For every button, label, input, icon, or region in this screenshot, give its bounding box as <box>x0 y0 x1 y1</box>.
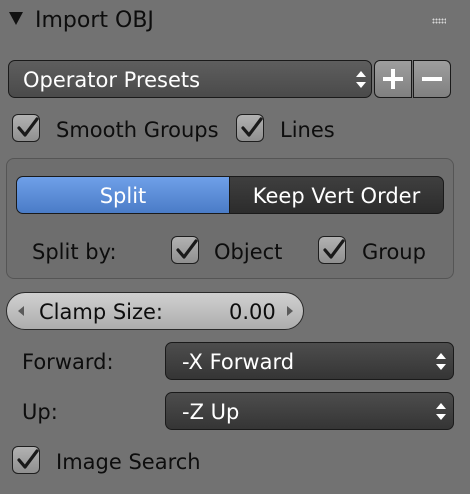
image-search-checkbox[interactable] <box>12 446 40 474</box>
operator-presets-dropdown[interactable]: Operator Presets <box>8 60 372 98</box>
checkmark-icon <box>176 239 198 259</box>
up-arrow-icon <box>356 71 366 77</box>
down-arrow-icon <box>436 414 446 420</box>
up-arrow-icon <box>436 353 446 359</box>
drag-grip-icon[interactable] <box>432 18 446 24</box>
split-group-label[interactable]: Group <box>362 242 426 263</box>
keep-vert-order-label: Keep Vert Order <box>252 184 421 208</box>
checkmark-icon <box>17 117 39 137</box>
up-axis-dropdown[interactable]: -Z Up <box>165 392 454 430</box>
forward-label: Forward: <box>22 350 114 374</box>
up-axis-value: -Z Up <box>182 400 240 424</box>
clamp-size-field[interactable]: Clamp Size: 0.00 <box>6 292 304 330</box>
keep-vert-order-toggle[interactable]: Keep Vert Order <box>229 176 444 214</box>
split-toggle-label: Split <box>99 184 147 208</box>
lines-label[interactable]: Lines <box>280 120 335 141</box>
down-arrow-icon <box>356 82 366 88</box>
split-object-label[interactable]: Object <box>214 242 282 263</box>
forward-axis-dropdown[interactable]: -X Forward <box>165 342 454 380</box>
panel-title[interactable]: Import OBJ <box>35 10 154 32</box>
clamp-size-value: 0.00 <box>229 300 276 324</box>
up-label: Up: <box>22 400 58 424</box>
forward-axis-value: -X Forward <box>182 350 295 374</box>
checkmark-icon <box>17 449 39 469</box>
increment-arrow-icon[interactable] <box>287 306 293 316</box>
up-arrow-icon <box>436 403 446 409</box>
lines-checkbox[interactable] <box>236 114 264 142</box>
checkmark-icon <box>241 117 263 137</box>
remove-preset-button[interactable] <box>413 60 451 98</box>
split-group-checkbox[interactable] <box>318 236 346 264</box>
image-search-label[interactable]: Image Search <box>56 452 201 473</box>
split-toggle[interactable]: Split <box>16 176 230 214</box>
checkmark-icon <box>323 239 345 259</box>
smooth-groups-checkbox[interactable] <box>12 114 40 142</box>
collapse-arrow-icon[interactable] <box>9 12 23 25</box>
down-arrow-icon <box>436 364 446 370</box>
clamp-size-label: Clamp Size: <box>39 300 164 324</box>
operator-presets-label: Operator Presets <box>23 68 201 92</box>
split-object-checkbox[interactable] <box>171 236 199 264</box>
decrement-arrow-icon[interactable] <box>18 306 24 316</box>
add-preset-button[interactable] <box>374 60 412 98</box>
split-by-label: Split by: <box>32 240 117 264</box>
smooth-groups-label[interactable]: Smooth Groups <box>56 120 219 141</box>
